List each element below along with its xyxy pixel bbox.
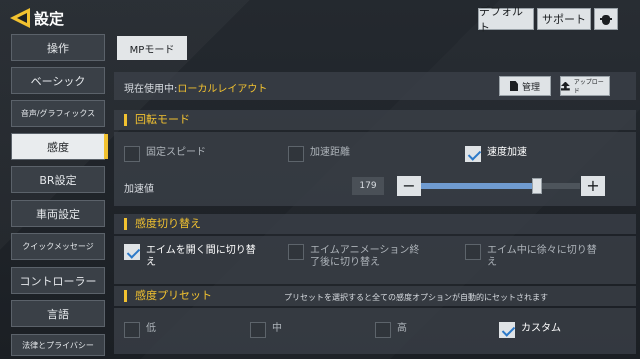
accel-distance-label: 加速距離	[310, 147, 350, 158]
switch-after-animation-line2: 了後に切り替え	[310, 257, 380, 268]
sidebar-item-quick-message[interactable]: クイックメッセージ	[11, 233, 105, 260]
preset-low-label: 低	[146, 323, 156, 334]
top-bar: 設定 デフォルト サポート	[0, 0, 640, 34]
switch-gradually-line2: え	[487, 257, 497, 268]
rotation-section-title: 回転モード	[124, 114, 190, 126]
sidebar-item-controls[interactable]: 操作	[11, 34, 105, 61]
rotation-section-header: 回転モード	[114, 110, 636, 130]
current-layout-label: 現在使用中:	[124, 84, 178, 95]
accel-decrease-button[interactable]: −	[397, 176, 421, 196]
rotation-section-body: 固定スピード 加速距離 速度加速 加速値 179 − +	[114, 132, 636, 206]
fixed-speed-checkbox[interactable]	[124, 146, 140, 162]
current-layout-value: ローカルレイアウト	[177, 84, 268, 95]
sidebar-item-controller[interactable]: コントローラー	[11, 267, 105, 294]
option-preset-low[interactable]: 低	[124, 322, 156, 338]
page-title: 設定	[34, 10, 65, 28]
manage-label: 管理	[521, 82, 540, 93]
accel-value-readout: 179	[352, 177, 384, 195]
preset-low-checkbox[interactable]	[124, 322, 140, 338]
fixed-speed-label: 固定スピード	[146, 147, 206, 158]
switch-gradually-checkbox[interactable]	[465, 244, 481, 260]
speed-accel-checkbox[interactable]	[465, 146, 481, 162]
switch-section-header: 感度切り替え	[114, 214, 636, 234]
speed-accel-label: 速度加速	[487, 147, 527, 158]
sidebar-item-vehicle[interactable]: 車両設定	[11, 200, 105, 227]
support-button[interactable]: サポート	[537, 8, 591, 30]
accel-slider-handle[interactable]	[532, 178, 543, 194]
tab-mp-mode[interactable]: MPモード	[117, 36, 187, 60]
bug-report-button[interactable]	[594, 8, 618, 30]
switch-after-animation-line1: エイムアニメーション終	[310, 245, 420, 256]
accel-slider-fill	[421, 183, 538, 189]
preset-section-header: 感度プリセット プリセットを選択すると全ての感度オプションが自動的にセットされま…	[114, 286, 636, 306]
option-preset-custom[interactable]: カスタム	[499, 322, 561, 338]
accel-distance-checkbox[interactable]	[288, 146, 304, 162]
default-button[interactable]: デフォルト	[478, 5, 534, 34]
current-layout-text: 現在使用中:ローカルレイアウト	[124, 80, 267, 95]
option-switch-after-animation[interactable]: エイムアニメーション終 了後に切り替え	[288, 244, 419, 269]
preset-medium-checkbox[interactable]	[250, 322, 266, 338]
option-preset-high[interactable]: 高	[375, 322, 407, 338]
option-switch-gradually[interactable]: エイム中に徐々に切り替え	[465, 244, 597, 269]
switch-on-aim-open-line1: エイムを開く間に切り替	[146, 245, 256, 256]
preset-custom-label: カスタム	[521, 323, 561, 334]
upload-button[interactable]: アップロード	[560, 76, 610, 96]
preset-high-label: 高	[397, 323, 407, 334]
preset-medium-label: 中	[272, 323, 282, 334]
accel-slider[interactable]	[421, 178, 580, 194]
switch-on-aim-open-checkbox[interactable]	[124, 244, 140, 260]
option-fixed-speed[interactable]: 固定スピード	[124, 146, 206, 162]
main-panel: 現在使用中:ローカルレイアウト 管理 アップロード 回転モード 固定スピード 加…	[114, 64, 638, 358]
option-switch-on-aim-open[interactable]: エイムを開く間に切り替え	[124, 244, 256, 269]
preset-note: プリセットを選択すると全ての感度オプションが自動的にセットされます	[284, 293, 548, 302]
upload-icon	[561, 81, 570, 91]
current-layout-bar: 現在使用中:ローカルレイアウト 管理 アップロード	[114, 72, 636, 100]
accel-value-label: 加速値	[124, 184, 154, 195]
option-preset-medium[interactable]: 中	[250, 322, 282, 338]
switch-section-body: エイムを開く間に切り替え エイムアニメーション終 了後に切り替え エイム中に徐々に…	[114, 236, 636, 284]
accel-increase-button[interactable]: +	[581, 176, 605, 196]
sidebar-item-language[interactable]: 言語	[11, 300, 105, 327]
preset-high-checkbox[interactable]	[375, 322, 391, 338]
upload-label: アップロード	[573, 79, 604, 95]
document-icon	[509, 81, 518, 91]
option-accel-distance[interactable]: 加速距離	[288, 146, 350, 162]
switch-section-title: 感度切り替え	[124, 218, 201, 230]
sidebar-item-br-settings[interactable]: BR設定	[11, 166, 105, 193]
switch-after-animation-checkbox[interactable]	[288, 244, 304, 260]
switch-on-aim-open-line2: え	[146, 257, 156, 268]
manage-button[interactable]: 管理	[499, 76, 551, 96]
preset-custom-checkbox[interactable]	[499, 322, 515, 338]
option-speed-accel[interactable]: 速度加速	[465, 146, 527, 162]
sidebar-item-audio-graphics[interactable]: 音声/グラフィックス	[11, 100, 105, 127]
sidebar-item-legal-privacy[interactable]: 法律とプライバシー	[11, 334, 105, 356]
sidebar-item-basic[interactable]: ベーシック	[11, 67, 105, 94]
preset-section-title: 感度プリセット	[124, 290, 212, 302]
switch-gradually-line1: エイム中に徐々に切り替	[487, 245, 597, 256]
bug-icon	[600, 12, 612, 26]
back-arrow-icon[interactable]	[10, 8, 30, 28]
preset-section-body: 低 中 高 カスタム	[114, 308, 636, 354]
sidebar-item-sensitivity[interactable]: 感度	[11, 133, 108, 160]
